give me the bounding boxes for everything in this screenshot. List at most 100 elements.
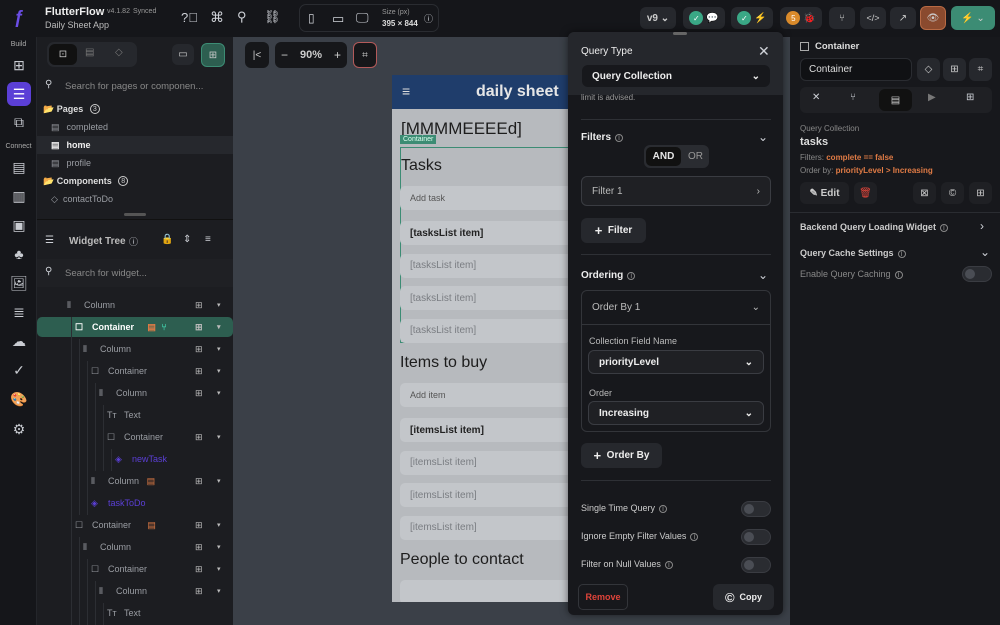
caret-down-icon[interactable]: ▾	[217, 323, 221, 331]
contact-input[interactable]	[400, 580, 572, 602]
actions-status-button[interactable]: ✓ ⚡	[731, 7, 773, 29]
clear-icon[interactable]: ⊠	[913, 182, 936, 204]
add-child-icon[interactable]: ⊞	[195, 322, 203, 333]
chevron-right-icon[interactable]: ›	[980, 219, 984, 233]
zoom-in-icon[interactable]: +	[334, 48, 341, 62]
tree-row[interactable]: ⦀ Column ⊞ ▾	[37, 581, 233, 603]
new-folder-icon[interactable]: ▭	[172, 44, 194, 65]
wireframe-toggle-icon[interactable]: ⌗	[353, 42, 377, 68]
collapse-panel-icon[interactable]: |<	[245, 42, 269, 68]
components-tab-icon[interactable]: ▤	[85, 47, 94, 58]
page-item-profile[interactable]: ▤ profile	[37, 154, 233, 172]
widget-tree-icon[interactable]: ☰	[7, 82, 31, 106]
add-child-icon[interactable]: ⊞	[195, 344, 203, 355]
chevron-down-icon[interactable]: ⌄	[758, 268, 768, 282]
order-select[interactable]: Increasing ⌄	[588, 401, 764, 425]
add-order-by-button[interactable]: + Order By	[581, 443, 662, 468]
order-by-1-header[interactable]: Order By 1 ⌄	[582, 291, 770, 325]
tree-row[interactable]: ◈ taskToDo	[37, 493, 233, 515]
command-icon[interactable]: ⌘	[210, 9, 224, 26]
loading-widget-row[interactable]: Backend Query Loading Widget i	[800, 222, 948, 232]
tree-row[interactable]: ⦀ Column ⊞ ▾	[37, 537, 233, 559]
backend-query-tab-icon[interactable]: ▤	[879, 89, 912, 111]
info-icon[interactable]: i	[615, 133, 624, 142]
collapse-all-icon[interactable]: ≡	[205, 234, 211, 245]
cloud-icon[interactable]: ☁	[7, 329, 31, 353]
add-child-icon[interactable]: ⊞	[943, 58, 966, 81]
list-item[interactable]: [itemsList item]	[400, 515, 572, 540]
zoom-out-icon[interactable]: −	[281, 48, 288, 62]
components-folder[interactable]: 📂 Components 8	[37, 172, 233, 190]
caret-down-icon[interactable]: ▾	[217, 367, 221, 375]
filter-null-toggle[interactable]	[741, 557, 771, 573]
add-page-icon[interactable]: ⊞	[201, 43, 225, 67]
query-type-select[interactable]: Query Collection ⌄	[582, 65, 770, 87]
caret-down-icon[interactable]: ▾	[217, 587, 221, 595]
search-icon[interactable]: ⚲	[237, 9, 247, 25]
lock-icon[interactable]: 🔒	[161, 234, 173, 245]
tree-row[interactable]: ⦀ Column ⊞ ▾	[37, 339, 233, 361]
list-item[interactable]: [itemsList item]	[400, 418, 572, 442]
chat-status-button[interactable]: ✓ 💬	[683, 7, 725, 29]
page-item-completed[interactable]: ▤ completed	[37, 118, 233, 136]
open-external-icon[interactable]: ↗	[890, 7, 916, 29]
add-task-input[interactable]: Add task	[400, 186, 572, 210]
testing-icon[interactable]: ✓	[7, 358, 31, 382]
close-icon[interactable]: ✕	[758, 43, 770, 60]
help-icon[interactable]: ?⃝	[181, 10, 198, 25]
storyboard-icon[interactable]: ⧉	[7, 110, 31, 134]
info-icon[interactable]: i	[664, 560, 673, 569]
drag-handle[interactable]	[673, 32, 687, 35]
branch-selector[interactable]: v9 ⌄	[640, 7, 676, 29]
caret-down-icon[interactable]: ▾	[217, 543, 221, 551]
schema-icon[interactable]: ▥	[7, 184, 31, 208]
tree-row[interactable]: ☐ Container ⊞ ▾	[37, 559, 233, 581]
tree-row[interactable]: ☐ Container ⊞ ▾	[37, 361, 233, 383]
actions-tab-icon[interactable]: ⑂	[850, 92, 856, 103]
add-child-icon[interactable]: ⊞	[195, 366, 203, 377]
convert-component-icon[interactable]: ◇	[917, 58, 940, 81]
caret-down-icon[interactable]: ▾	[217, 521, 221, 529]
info-icon[interactable]: i	[897, 249, 906, 258]
enable-cache-toggle[interactable]	[962, 266, 992, 282]
page-item-home[interactable]: ▤ home	[37, 136, 233, 154]
pages-folder[interactable]: 📂 Pages 3	[37, 100, 233, 118]
integrations-icon[interactable]: ♣	[7, 242, 31, 266]
tree-row[interactable]: ⦀ Column ⊞ ▾	[37, 295, 233, 315]
single-time-toggle[interactable]	[741, 501, 771, 517]
caret-down-icon[interactable]: ▾	[217, 477, 221, 485]
caret-down-icon[interactable]: ▾	[217, 565, 221, 573]
run-button[interactable]: ⚡ ⌄	[951, 6, 995, 30]
component-item[interactable]: ◇ contactToDo	[37, 190, 233, 208]
firestore-icon[interactable]: ▤	[7, 155, 31, 179]
tree-row[interactable]: ⦀ Column ⊞ ▾	[37, 383, 233, 405]
phone-icon[interactable]: ▯	[308, 11, 315, 25]
files-icon[interactable]: ▣	[7, 213, 31, 237]
page-search-input[interactable]: Search for pages or componen...	[65, 81, 203, 92]
ignore-empty-toggle[interactable]	[741, 529, 771, 545]
widget-name-input[interactable]: Container	[800, 58, 912, 81]
paste-icon[interactable]: ⊞	[969, 182, 992, 204]
desktop-icon[interactable]: 🖵	[356, 10, 369, 26]
size-value[interactable]: 395 × 844	[382, 19, 418, 28]
caret-down-icon[interactable]: ▾	[217, 433, 221, 441]
tree-row[interactable]: ☐ Container ▤ ⑂ ⊞ ▾	[37, 317, 233, 339]
info-icon[interactable]: ⓘ	[424, 12, 433, 25]
tree-row[interactable]: Tт Text	[37, 603, 233, 625]
docs-tab-icon[interactable]: ⊞	[966, 92, 974, 103]
preview-eye-icon[interactable]: 👁	[920, 6, 946, 30]
info-icon[interactable]: i	[939, 223, 948, 232]
chevron-down-icon[interactable]: ⌄	[758, 130, 768, 144]
filter-1-row[interactable]: Filter 1 ›	[581, 176, 771, 206]
info-icon[interactable]: i	[894, 270, 903, 279]
list-item[interactable]: [tasksList item]	[400, 286, 572, 310]
pages-tab-icon[interactable]: ⊡	[49, 44, 77, 65]
add-item-input[interactable]: Add item	[400, 383, 572, 407]
tablet-icon[interactable]: ▭	[332, 11, 344, 27]
expand-icon[interactable]: ⇕	[183, 234, 191, 245]
add-child-icon[interactable]: ⊞	[195, 586, 203, 597]
wrap-widget-icon[interactable]: ⌗	[969, 58, 992, 81]
code-icon[interactable]: </>	[860, 7, 886, 29]
remove-button[interactable]: Remove	[578, 584, 628, 610]
add-child-icon[interactable]: ⊞	[195, 388, 203, 399]
